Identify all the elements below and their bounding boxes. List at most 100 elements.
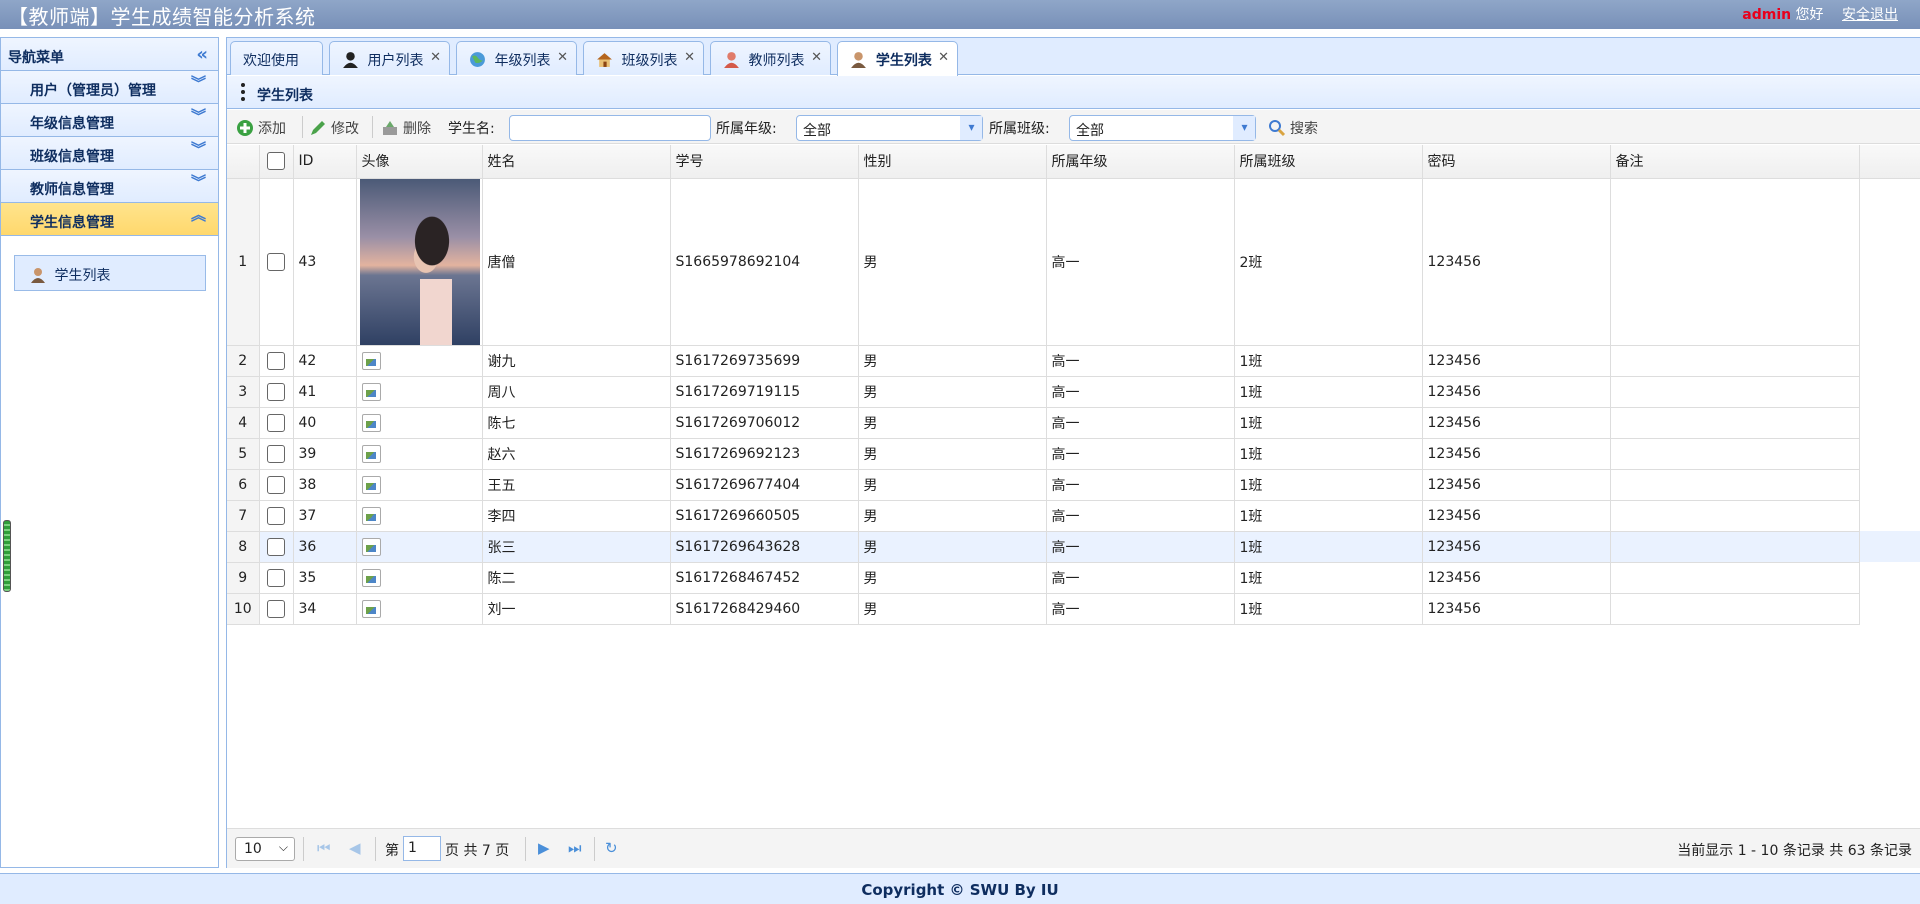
row-checkbox[interactable] [267, 351, 285, 370]
id-cell: 38 [293, 469, 357, 501]
student-number-cell: S1617269660505 [670, 500, 859, 532]
column-header[interactable]: ID [293, 145, 357, 179]
user-area: admin 您好 安全退出 [1742, 4, 1898, 24]
student-name-input[interactable] [509, 115, 711, 141]
note-cell [1610, 407, 1860, 439]
table-row[interactable]: 8 36 张三 S1617269643628 男高一 1班 123456 [227, 531, 1920, 563]
tab-user-list[interactable]: 用户列表 ✕ [329, 41, 450, 75]
tab-welcome[interactable]: 欢迎使用 [230, 41, 323, 75]
chevron-down-icon: ︾ [190, 107, 206, 125]
grade-cell: 高一 [1046, 376, 1235, 408]
row-checkbox[interactable] [267, 599, 285, 618]
close-icon[interactable]: ✕ [938, 50, 949, 65]
add-button[interactable]: 添加 [236, 118, 286, 138]
tab-bar: 欢迎使用 用户列表 ✕ 年级列表 ✕ 班级列表 ✕ 教师列表 ✕ 学生列表 ✕ [227, 38, 1920, 76]
class-cell: 1班 [1234, 469, 1423, 501]
tab-class-list[interactable]: 班级列表 ✕ [583, 41, 704, 75]
grade-select[interactable]: 全部 ▾ [796, 115, 983, 141]
row-checkbox[interactable] [267, 413, 285, 432]
grade-cell: 高一 [1046, 593, 1235, 625]
tab-grade-list[interactable]: 年级列表 ✕ [456, 41, 577, 75]
refresh-icon[interactable]: ↻ [605, 839, 618, 857]
first-page-icon[interactable]: ⏮ [317, 839, 331, 857]
tab-student-list[interactable]: 学生列表 ✕ [837, 41, 958, 76]
edit-button[interactable]: 修改 [309, 118, 359, 138]
table-header-row: ID 头像 姓名 学号 性别 所属年级 所属班级 密码 备注 [227, 145, 1920, 179]
class-cell: 1班 [1234, 438, 1423, 470]
avatar-cell [356, 407, 483, 439]
column-header[interactable]: 所属年级 [1046, 145, 1235, 179]
row-checkbox[interactable] [267, 506, 285, 525]
resize-handle[interactable] [3, 520, 11, 592]
nav-item-users[interactable]: 用户（管理员）管理 ︾ [1, 71, 218, 104]
class-select[interactable]: 全部 ▾ [1069, 115, 1256, 141]
table-row[interactable]: 7 37 李四 S1617269660505 男高一 1班 123456 [227, 500, 1920, 532]
gender-cell: 男 [858, 593, 1047, 625]
pagination-bar: 10 ⌵ ⏮ ◀ 第 1 页 共 7 页 ▶ ⏭ ↻ 当前显示 1 - 10 条… [227, 828, 1920, 868]
close-icon[interactable]: ✕ [811, 50, 822, 65]
delete-button[interactable]: 删除 [381, 118, 431, 138]
broken-image-icon [361, 568, 381, 587]
note-cell [1610, 593, 1860, 625]
avatar-cell [356, 178, 483, 346]
search-button[interactable]: 搜索 [1268, 118, 1318, 138]
column-header[interactable]: 密码 [1422, 145, 1611, 179]
close-icon[interactable]: ✕ [684, 50, 695, 65]
page-size-select[interactable]: 10 ⌵ [235, 837, 295, 861]
column-header[interactable]: 头像 [356, 145, 483, 179]
id-cell: 36 [293, 531, 357, 563]
gender-cell: 男 [858, 562, 1047, 594]
table-row[interactable]: 3 41 周八 S1617269719115 男高一 1班 123456 [227, 376, 1920, 408]
close-icon[interactable]: ✕ [430, 50, 441, 65]
nav-item-grades[interactable]: 年级信息管理 ︾ [1, 104, 218, 137]
delete-icon [381, 119, 399, 137]
close-icon[interactable]: ✕ [557, 50, 568, 65]
note-cell [1610, 376, 1860, 408]
nav-item-classes[interactable]: 班级信息管理 ︾ [1, 137, 218, 170]
page-number-input[interactable]: 1 [403, 836, 441, 861]
tab-teacher-list[interactable]: 教师列表 ✕ [710, 41, 831, 75]
collapse-left-icon[interactable]: « [196, 44, 208, 65]
class-cell: 1班 [1234, 562, 1423, 594]
prev-page-icon[interactable]: ◀ [349, 839, 361, 857]
table-row[interactable]: 2 42 谢九 S1617269735699 男高一 1班 123456 [227, 345, 1920, 377]
row-checkbox[interactable] [267, 252, 285, 271]
password-cell: 123456 [1422, 376, 1611, 408]
nav-item-students[interactable]: 学生信息管理 ︽ [1, 203, 218, 236]
last-page-icon[interactable]: ⏭ [568, 839, 582, 857]
add-icon [236, 119, 254, 137]
column-header[interactable]: 所属班级 [1234, 145, 1423, 179]
filler-cell [1859, 469, 1920, 500]
nav-sub-student-list[interactable]: 学生列表 [14, 255, 206, 291]
student-number-cell: S1617269719115 [670, 376, 859, 408]
broken-image-icon [361, 382, 381, 401]
grade-cell: 高一 [1046, 407, 1235, 439]
row-checkbox[interactable] [267, 475, 285, 494]
row-checkbox[interactable] [267, 537, 285, 556]
row-checkbox[interactable] [267, 382, 285, 401]
avatar-photo [359, 178, 480, 344]
table-row[interactable]: 10 34 刘一 S1617268429460 男高一 1班 123456 [227, 593, 1920, 625]
table-row[interactable]: 9 35 陈二 S1617268467452 男高一 1班 123456 [227, 562, 1920, 594]
table-row[interactable]: 1 43 唐僧 S1665978692104 男高一 2班 123456 [227, 178, 1920, 346]
table-row[interactable]: 5 39 赵六 S1617269692123 男高一 1班 123456 [227, 438, 1920, 470]
select-all-checkbox[interactable] [267, 152, 285, 171]
next-page-icon[interactable]: ▶ [538, 839, 550, 857]
column-header[interactable]: 姓名 [482, 145, 671, 179]
column-header[interactable]: 性别 [858, 145, 1047, 179]
password-cell: 123456 [1422, 562, 1611, 594]
table-row[interactable]: 4 40 陈七 S1617269706012 男高一 1班 123456 [227, 407, 1920, 439]
row-checkbox[interactable] [267, 568, 285, 587]
tab-label: 教师列表 [748, 53, 805, 69]
toolbar-divider [302, 116, 303, 138]
row-checkbox[interactable] [267, 444, 285, 463]
column-header[interactable]: 备注 [1610, 145, 1860, 179]
logout-link[interactable]: 安全退出 [1842, 7, 1898, 23]
gender-cell: 男 [858, 345, 1047, 377]
name-cell: 陈二 [482, 562, 671, 594]
table-row[interactable]: 6 38 王五 S1617269677404 男高一 1班 123456 [227, 469, 1920, 501]
column-header[interactable]: 学号 [670, 145, 859, 179]
student-number-cell: S1617269706012 [670, 407, 859, 439]
nav-item-teachers[interactable]: 教师信息管理 ︾ [1, 170, 218, 203]
menu-dots-icon[interactable] [241, 83, 245, 103]
